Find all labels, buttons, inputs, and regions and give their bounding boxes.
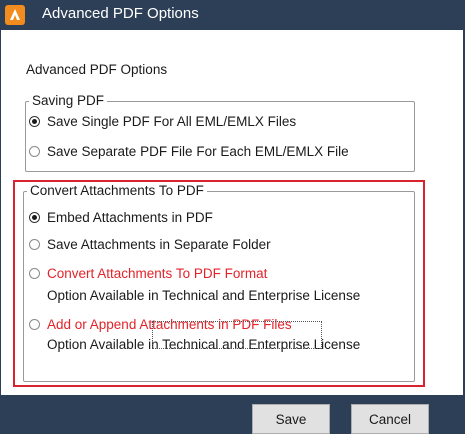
save-button[interactable]: Save [252, 404, 330, 434]
radio-unselected-icon [29, 146, 40, 157]
saving-pdf-group: Saving PDF [25, 94, 415, 172]
convert-attachments-legend: Convert Attachments To PDF [30, 183, 204, 198]
radio-convert-attachments-pdf[interactable]: Convert Attachments To PDF Format [29, 266, 267, 281]
radio-unselected-icon [29, 319, 40, 330]
radio-embed-attachments[interactable]: Embed Attachments in PDF [29, 210, 213, 225]
saving-pdf-legend: Saving PDF [32, 93, 105, 108]
radio-append-attachments-pdf[interactable]: Add or Append Attachments in PDF Files [29, 317, 292, 332]
radio-label: Save Single PDF For All EML/EMLX Files [47, 114, 297, 129]
radio-label: Convert Attachments To PDF Format [47, 266, 268, 281]
radio-label: Add or Append Attachments in PDF Files [47, 317, 292, 332]
license-note: Option Available in Technical and Enterp… [47, 337, 361, 352]
radio-label: Embed Attachments in PDF [47, 210, 213, 225]
radio-unselected-icon [29, 239, 40, 250]
radio-unselected-icon [29, 268, 40, 279]
app-logo-icon [5, 5, 25, 25]
dialog-body: Advanced PDF Options Saving PDF Save Sin… [1, 30, 463, 395]
radio-selected-icon [29, 212, 40, 223]
dialog-heading: Advanced PDF Options [26, 62, 168, 77]
radio-selected-icon [29, 116, 40, 127]
cancel-button[interactable]: Cancel [351, 404, 429, 434]
radio-save-separate-pdf[interactable]: Save Separate PDF File For Each EML/EMLX… [29, 144, 349, 159]
title-bar: Advanced PDF Options [0, 0, 465, 30]
radio-save-single-pdf[interactable]: Save Single PDF For All EML/EMLX Files [29, 114, 296, 129]
radio-label: Save Separate PDF File For Each EML/EMLX… [47, 144, 349, 159]
radio-save-attachments-separate[interactable]: Save Attachments in Separate Folder [29, 237, 271, 252]
window-title: Advanced PDF Options [42, 5, 199, 22]
radio-label: Save Attachments in Separate Folder [47, 237, 271, 252]
license-note: Option Available in Technical and Enterp… [47, 288, 361, 303]
